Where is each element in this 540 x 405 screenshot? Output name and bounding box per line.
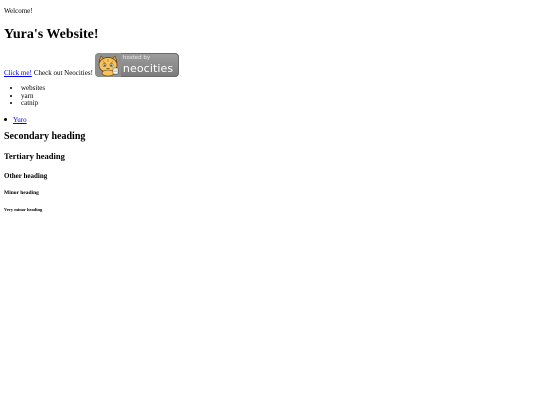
page-body: Welcome! Yura's Website! Click me! Check…: [0, 0, 540, 212]
promo-text: Check out Neocities!: [33, 69, 93, 78]
minor-heading: Minor heading: [4, 190, 39, 196]
list-item: yarn: [21, 92, 536, 101]
badge-brand-label: neocities: [122, 61, 174, 75]
tertiary-heading: Tertiary heading: [4, 151, 65, 162]
other-heading: Other heading: [4, 171, 48, 180]
links-list: Yuro: [4, 116, 536, 124]
secondary-heading: Secondary heading: [4, 130, 86, 142]
very-minor-heading: Very minor heading: [4, 207, 43, 213]
page-title: Yura's Website!: [4, 27, 99, 43]
yuro-link[interactable]: Yuro: [13, 116, 27, 124]
hosted-by-neocities-badge[interactable]: hosted by neocities: [94, 53, 179, 78]
badge-text-group: hosted by neocities: [121, 56, 173, 74]
bullet-icon: [4, 118, 7, 122]
neocities-cat-icon: [94, 53, 121, 78]
list-item: catnip: [21, 100, 536, 108]
welcome-text: Welcome!: [4, 7, 33, 15]
interests-list: websites yarn catnip: [4, 85, 536, 108]
click-me-link[interactable]: Click me!: [4, 69, 32, 77]
list-item: Yuro: [4, 116, 536, 124]
neocities-promo: Click me! Check out Neocities! hosted by: [4, 53, 536, 78]
list-item: websites: [21, 85, 536, 93]
